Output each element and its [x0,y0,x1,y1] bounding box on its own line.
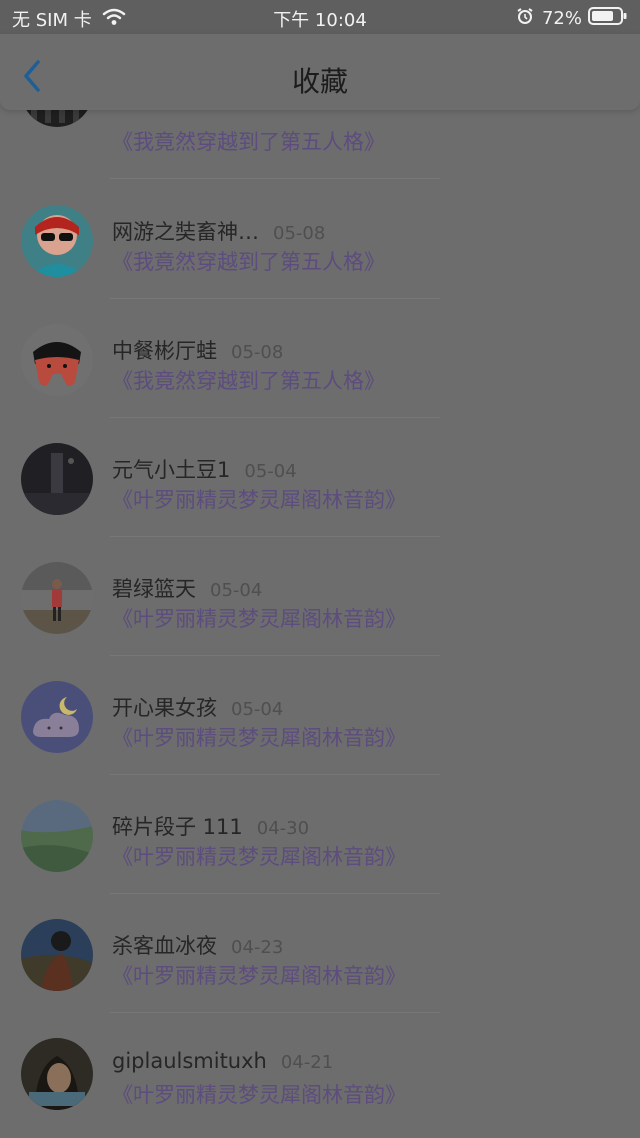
item-title[interactable]: 《叶罗丽精灵梦灵犀阁林音韵》 [112,603,406,633]
list-item[interactable]: 元气小土豆1 05-04 《叶罗丽精灵梦灵犀阁林音韵》 [0,418,640,537]
avatar [21,205,93,277]
item-date: 05-08 [273,223,326,244]
avatar [21,1038,93,1110]
item-title[interactable]: 《我竟然穿越到了第五人格》 [112,246,385,276]
status-bar: 无 SIM 卡 下午 10:04 72% [0,0,640,34]
list-item[interactable]: giplaulsmituxh 04-21 《叶罗丽精灵梦灵犀阁林音韵》 [0,1013,640,1132]
divider [110,178,440,179]
item-name: 碧绿篮天 05-04 [112,577,263,601]
item-name: giplaulsmituxh 04-21 [112,1049,334,1073]
avatar [21,800,93,872]
item-name: 中餐彬厅蛙 05-08 [112,339,284,363]
item-name: 碎片段子 111 04-30 [112,815,310,839]
item-date: 05-04 [210,580,263,601]
item-name: 元气小土豆1 05-04 [112,458,297,482]
item-title[interactable]: 《叶罗丽精灵梦灵犀阁林音韵》 [112,1079,406,1109]
item-date: 05-04 [244,461,297,482]
battery-percent: 72% [541,8,582,29]
item-date: 05-04 [231,699,284,720]
item-date: 04-21 [280,1052,334,1073]
item-title[interactable]: 《叶罗丽精灵梦灵犀阁林音韵》 [112,722,406,752]
list-item[interactable]: 碧绿篮天 05-04 《叶罗丽精灵梦灵犀阁林音韵》 [0,537,640,656]
item-title[interactable]: 《叶罗丽精灵梦灵犀阁林音韵》 [112,484,406,514]
item-title[interactable]: 《叶罗丽精灵梦灵犀阁林音韵》 [112,960,406,990]
list-item[interactable]: 开心果女孩 05-04 《叶罗丽精灵梦灵犀阁林音韵》 [0,656,640,775]
item-name: 杀客血冰夜 04-23 [112,934,284,958]
alarm-icon [516,7,534,30]
list-item[interactable]: 网游之奘畜神… 05-08 《我竟然穿越到了第五人格》 [0,180,640,299]
item-date: 04-23 [231,937,284,958]
list-item[interactable]: 杀客血冰夜 04-23 《叶罗丽精灵梦灵犀阁林音韵》 [0,894,640,1013]
item-name: 开心果女孩 05-04 [112,696,284,720]
item-title[interactable]: 《我竟然穿越到了第五人格》 [112,126,385,156]
avatar [21,324,93,396]
avatar [21,681,93,753]
item-name: 网游之奘畜神… 05-08 [112,220,326,244]
list-item[interactable]: 中餐彬厅蛙 05-08 《我竟然穿越到了第五人格》 [0,299,640,418]
nav-bar: 收藏 [0,34,640,110]
page-title: 收藏 [291,65,348,98]
item-date: 05-08 [231,342,284,363]
screen: 《我竟然穿越到了第五人格》 网游之奘畜神… 05-08 《我竟然穿越到了第五人格》 [0,0,640,1138]
item-title[interactable]: 《叶罗丽精灵梦灵犀阁林音韵》 [112,841,406,871]
avatar [21,919,93,991]
item-title[interactable]: 《我竟然穿越到了第五人格》 [112,365,385,395]
avatar [21,443,93,515]
avatar [21,562,93,634]
item-date: 04-30 [256,818,310,839]
list-item[interactable]: 碎片段子 111 04-30 《叶罗丽精灵梦灵犀阁林音韵》 [0,775,640,894]
battery-icon [588,6,628,31]
